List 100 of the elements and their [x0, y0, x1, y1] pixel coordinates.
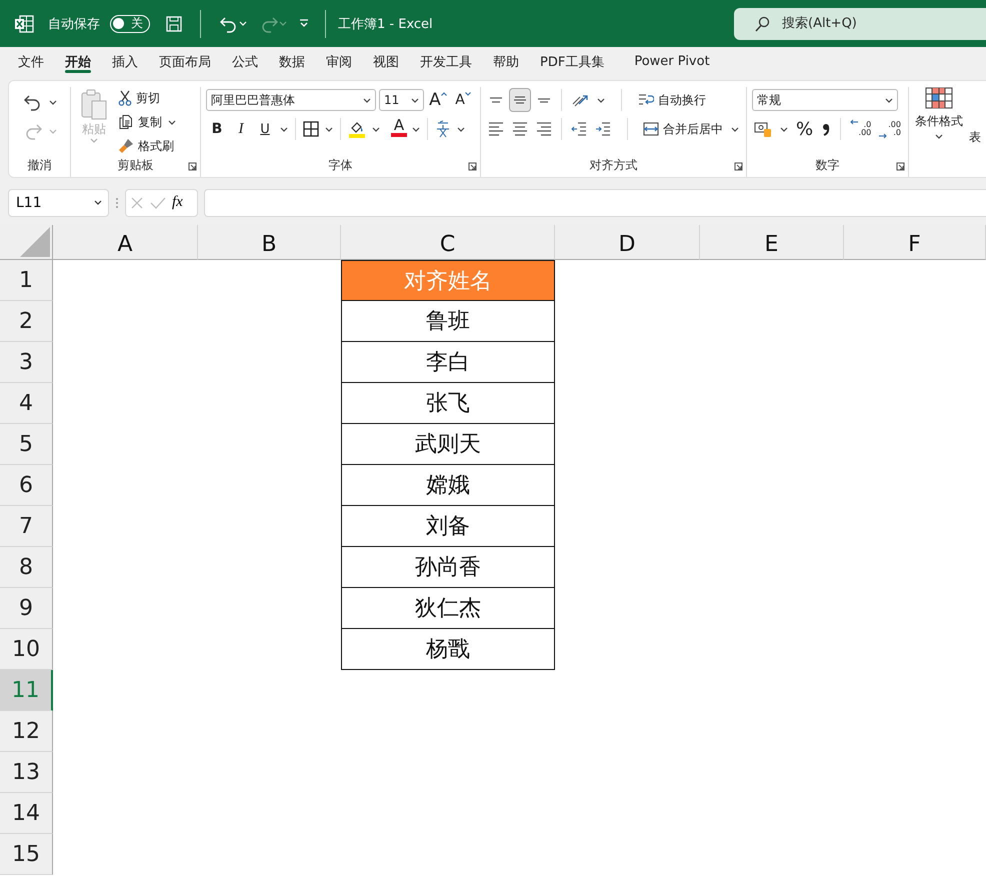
align-middle-button[interactable]	[510, 89, 530, 111]
conditional-formatting-button[interactable]: 条件格式	[913, 87, 965, 147]
caret-icon	[457, 126, 465, 132]
caret-icon	[597, 98, 605, 102]
font-color-button[interactable]: A	[390, 118, 408, 140]
align-right-icon	[536, 122, 552, 136]
increase-decimal-button[interactable]: .0 .00	[848, 118, 874, 140]
dialog-launcher-button[interactable]	[896, 162, 905, 171]
column-header[interactable]: B	[198, 225, 341, 260]
dialog-launcher-button[interactable]	[734, 162, 743, 171]
caret-up-icon	[440, 92, 447, 96]
customize-icon	[299, 19, 309, 28]
launcher-icon	[896, 162, 905, 171]
brush-icon	[118, 138, 134, 154]
align-bottom-icon	[536, 98, 552, 102]
font-size-dropdown[interactable]: 11	[379, 89, 424, 111]
align-left-icon	[488, 122, 504, 136]
dialog-launcher-button[interactable]	[188, 162, 197, 171]
row-header[interactable]: 14	[0, 793, 53, 834]
row-header[interactable]: 2	[0, 301, 53, 342]
row-header[interactable]: 7	[0, 506, 53, 547]
caret-icon	[412, 126, 420, 132]
bold-button[interactable]: B	[206, 118, 228, 140]
percent-style-button[interactable]: %	[794, 118, 816, 140]
scissors-icon	[118, 90, 132, 106]
row-header[interactable]: 12	[0, 711, 53, 752]
ribbon-button-label: 表	[969, 129, 981, 146]
row-header[interactable]: 4	[0, 383, 53, 424]
autosave-label: 自动保存	[48, 16, 100, 32]
ribbon-tab[interactable]: 文件	[10, 47, 52, 76]
row-header[interactable]: 6	[0, 465, 53, 506]
formula-input[interactable]	[204, 188, 986, 216]
caret-icon	[325, 126, 333, 132]
row-header[interactable]: 3	[0, 342, 53, 383]
ribbon-tab[interactable]: 开发工具	[412, 47, 480, 76]
window-title: 工作簿1 - Excel	[338, 16, 433, 32]
row-header[interactable]: 15	[0, 834, 53, 875]
group-label: 剪贴板	[118, 157, 154, 174]
arrow-icon	[850, 118, 858, 126]
cut-button[interactable]: 剪切	[116, 87, 162, 109]
grip-icon	[115, 196, 119, 210]
column-header[interactable]: D	[555, 225, 700, 260]
column-header[interactable]: C	[341, 225, 555, 260]
ribbon-tab[interactable]: 公式	[224, 47, 266, 76]
caret-icon	[279, 21, 287, 26]
ribbon-tab[interactable]: 页面布局	[151, 47, 219, 76]
merge-center-button[interactable]: 合并后居中	[641, 118, 725, 140]
table-cell: 杨戬	[341, 628, 555, 670]
launcher-icon	[468, 162, 477, 171]
number-format-dropdown[interactable]: 常规	[752, 89, 898, 111]
wrap-text-button[interactable]: 自动换行	[636, 89, 708, 111]
table-cell: 嫦娥	[341, 464, 555, 506]
row-header[interactable]: 1	[0, 260, 53, 301]
autosave-toggle[interactable]: 关	[110, 14, 150, 32]
caret-icon	[411, 98, 419, 102]
ribbon-tab[interactable]: 开始	[57, 47, 99, 76]
launcher-icon	[734, 162, 743, 171]
row-header[interactable]: 9	[0, 588, 53, 629]
ribbon-tab[interactable]: 审阅	[318, 47, 360, 76]
row-header[interactable]: 5	[0, 424, 53, 465]
column-header[interactable]: E	[700, 225, 844, 260]
clipboard-icon	[80, 89, 108, 121]
table-cell: 鲁班	[341, 300, 555, 342]
phonetic-icon	[435, 120, 451, 138]
font-name-dropdown[interactable]: 阿里巴巴普惠体	[206, 89, 376, 111]
save-icon	[166, 16, 182, 32]
table-grid-icon	[925, 87, 953, 109]
launcher-icon	[188, 162, 197, 171]
ribbon-tab[interactable]: 帮助	[485, 47, 527, 76]
italic-button[interactable]: I	[230, 118, 252, 140]
merge-cells-icon	[643, 121, 659, 137]
name-box[interactable]: L11	[8, 188, 109, 216]
insert-function-button[interactable]: fx	[172, 194, 183, 211]
ribbon-tab[interactable]: PDF工具集	[532, 47, 612, 76]
ribbon-tab[interactable]: Power Pivot	[626, 47, 718, 76]
ribbon-tab[interactable]: 视图	[365, 47, 407, 76]
dialog-launcher-button[interactable]	[468, 162, 477, 171]
ribbon-tab[interactable]: 插入	[104, 47, 146, 76]
copy-button[interactable]: 复制	[116, 111, 164, 133]
table-cell: 孙尚香	[341, 546, 555, 588]
search-field[interactable]: 搜索(Alt+Q)	[734, 8, 986, 40]
decrease-font-size-button[interactable]: A	[452, 89, 474, 111]
row-header[interactable]: 8	[0, 547, 53, 588]
caret-icon	[731, 126, 739, 132]
align-middle-icon	[512, 96, 528, 104]
row-header[interactable]: 10	[0, 629, 53, 670]
search-icon	[754, 16, 770, 32]
format-painter-button[interactable]: 格式刷	[116, 135, 176, 157]
table-cell: 张飞	[341, 382, 555, 424]
borders-icon	[303, 121, 319, 137]
row-header[interactable]: 13	[0, 752, 53, 793]
increase-font-size-button[interactable]: A	[427, 89, 449, 111]
underline-button[interactable]: U	[254, 118, 276, 140]
column-header[interactable]: A	[53, 225, 198, 260]
column-header[interactable]: F	[844, 225, 986, 260]
group-label: 撤消	[28, 157, 52, 174]
decrease-indent-icon	[570, 121, 586, 137]
decrease-decimal-button[interactable]: .00 .0	[877, 118, 903, 140]
row-header[interactable]: 11	[0, 670, 53, 711]
ribbon-tab[interactable]: 数据	[271, 47, 313, 76]
